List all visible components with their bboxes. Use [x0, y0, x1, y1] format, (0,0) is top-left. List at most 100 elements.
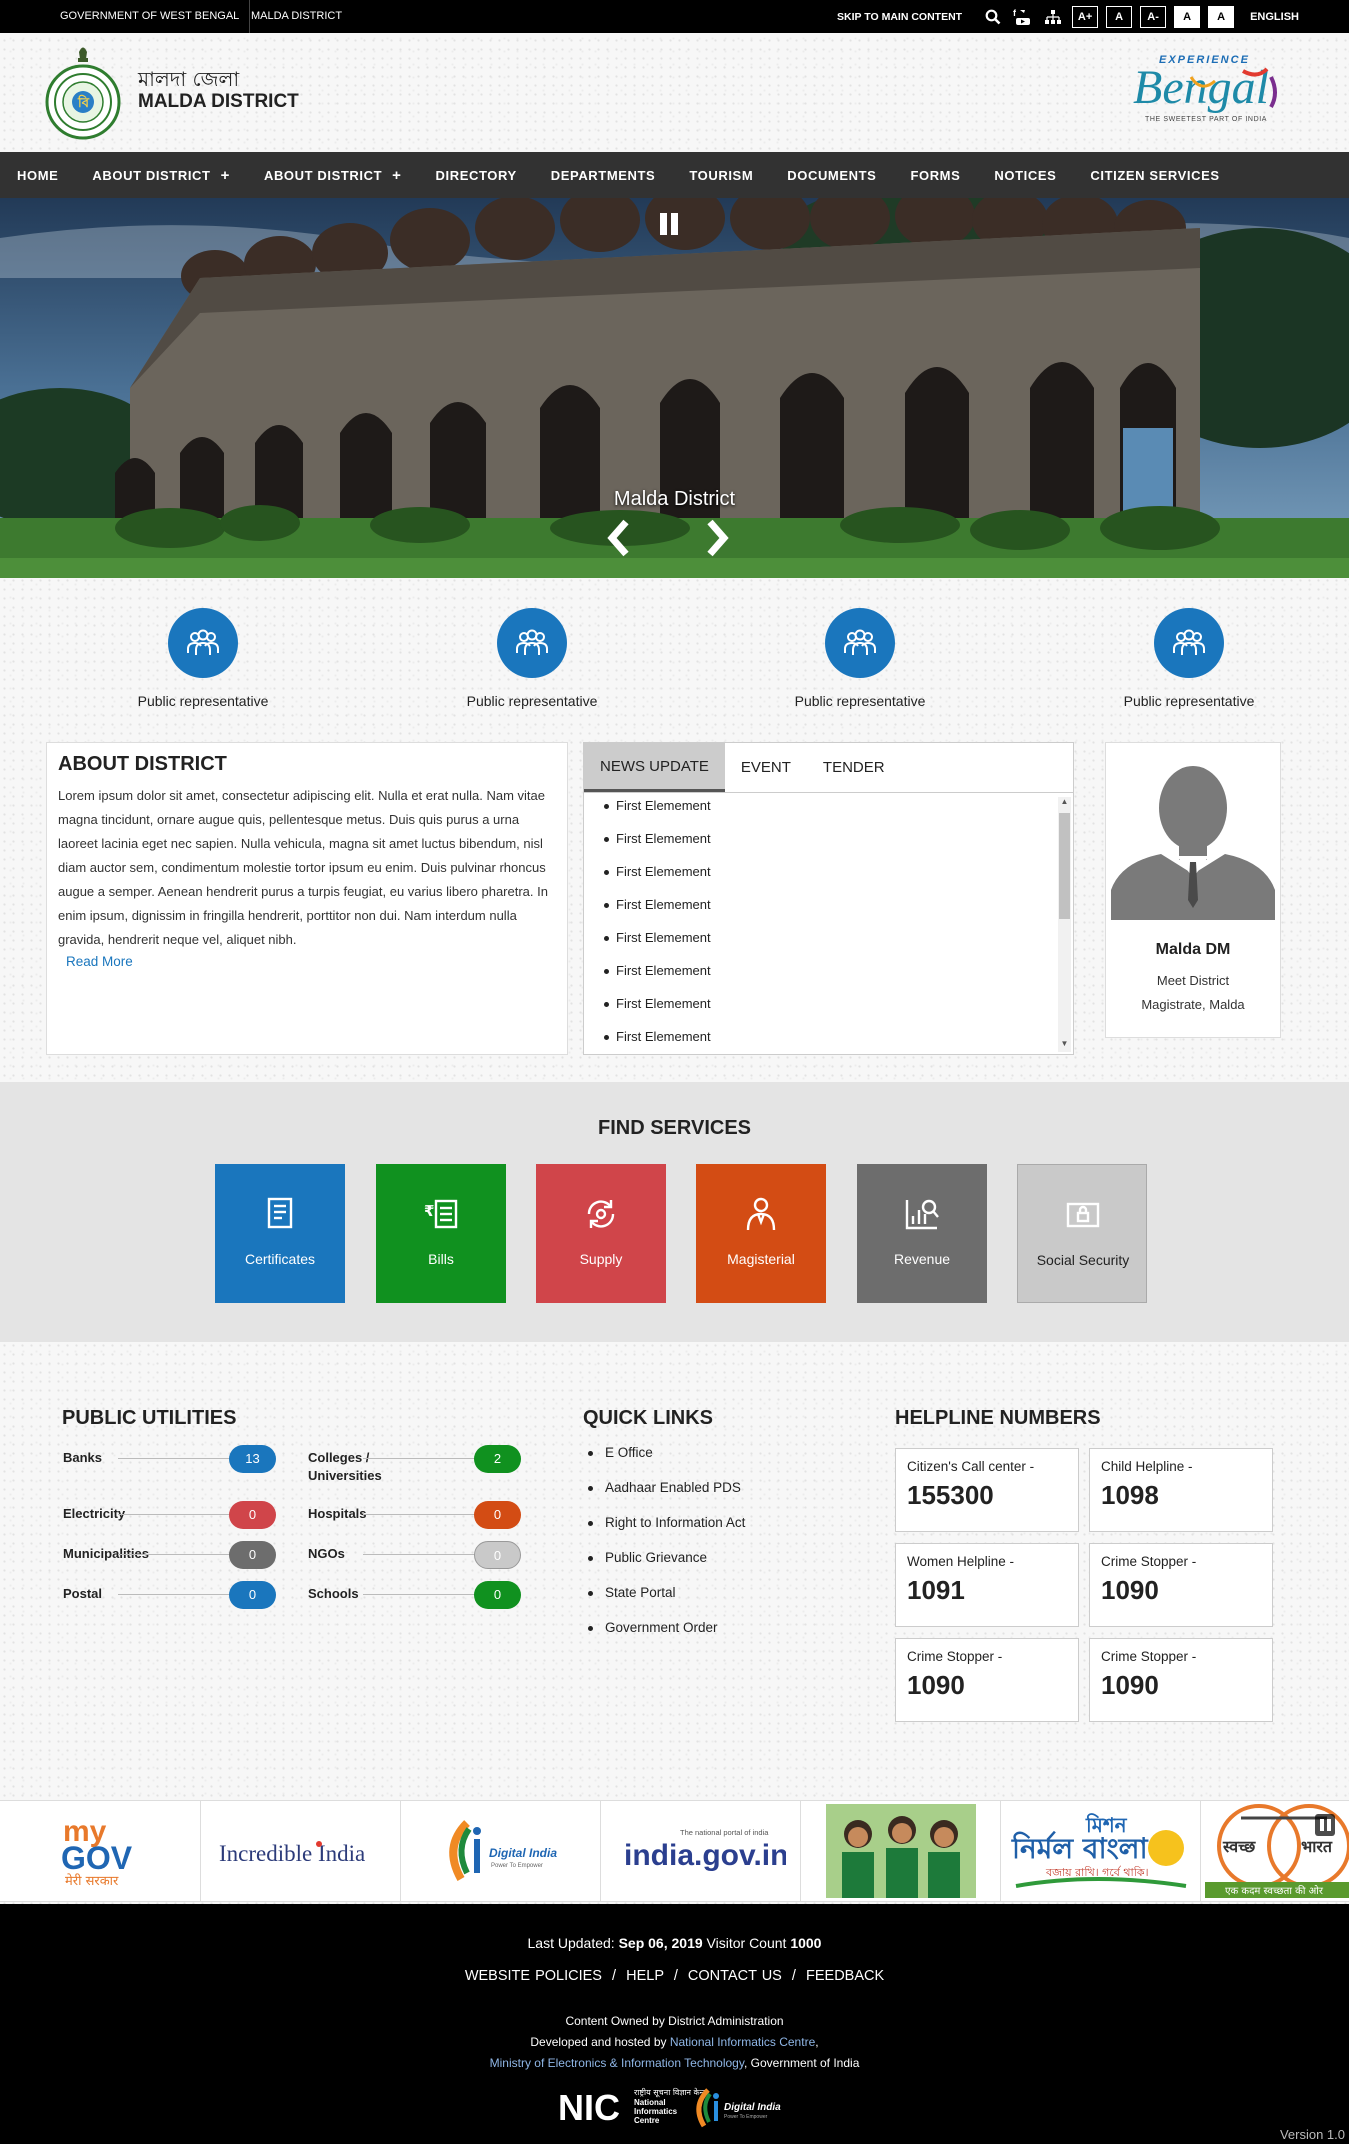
nav-item-directory[interactable]: DIRECTORY — [436, 168, 517, 183]
service-revenue[interactable]: Revenue — [857, 1164, 987, 1303]
footer-link-feedback[interactable]: FEEDBACK — [806, 1968, 884, 1984]
nav-item-label: HOME — [17, 167, 59, 183]
kanyashree-image[interactable] — [801, 1801, 1001, 1901]
tab-event[interactable]: EVENT — [725, 743, 807, 792]
nav-item-departments[interactable]: DEPARTMENTS — [551, 168, 656, 183]
helpline-card[interactable]: Women Helpline - 1091 — [895, 1543, 1079, 1627]
representative-card[interactable]: Public representative — [1089, 608, 1289, 709]
nirmal-bangla-logo[interactable]: মিশন নির্মল বাংলা বজায় রাখি। গর্বে থাকি… — [1001, 1801, 1201, 1901]
india-gov-logo[interactable]: The national portal of india india.gov.i… — [601, 1801, 801, 1901]
helpline-card[interactable]: Citizen's Call center - 155300 — [895, 1448, 1079, 1532]
dm-card[interactable]: Malda DM Meet District Magistrate, Malda — [1105, 742, 1281, 1038]
news-item[interactable]: First Elemement — [584, 795, 1054, 828]
footer-owned: Content Owned by District Administration — [565, 2014, 784, 2028]
service-certificates[interactable]: Certificates — [215, 1164, 345, 1303]
utility-count-badge: 0 — [474, 1541, 521, 1569]
representative-card[interactable]: Public representative — [760, 608, 960, 709]
utility-row[interactable]: Banks 13 — [63, 1445, 276, 1473]
malda-district-link[interactable]: MALDA DISTRICT — [241, 0, 352, 33]
utility-row[interactable]: Colleges / Universities 2 — [308, 1445, 521, 1483]
language-select[interactable]: ENGLISH — [1250, 11, 1299, 23]
visitor-count-label: Visitor Count — [706, 1935, 787, 1951]
utility-row[interactable]: Municipalities 0 — [63, 1541, 276, 1569]
news-item[interactable]: First Elemement — [584, 993, 1054, 1026]
footer-link-help[interactable]: HELP — [626, 1968, 664, 1984]
meity-link[interactable]: Ministry of Electronics & Information Te… — [490, 2056, 744, 2070]
utility-row[interactable]: Schools 0 — [308, 1581, 521, 1609]
swachh-bharat-logo[interactable]: स्वच्छ भारत एक कदम स्वच्छता की ओर — [1201, 1801, 1349, 1901]
tab-tender[interactable]: TENDER — [807, 743, 901, 792]
font-increase-button[interactable]: A+ — [1072, 5, 1099, 28]
service-social-security[interactable]: Social Security — [1017, 1164, 1147, 1303]
digital-india-footer-logo[interactable]: Digital India Power To Empower — [696, 2088, 781, 2128]
nic-link[interactable]: National Informatics Centre — [670, 2035, 815, 2049]
utility-row[interactable]: Electricity 0 — [63, 1501, 276, 1529]
quick-link[interactable]: Aadhaar Enabled PDS — [583, 1480, 745, 1515]
news-item[interactable]: First Elemement — [584, 927, 1054, 960]
scroll-down-icon[interactable]: ▼ — [1058, 1039, 1071, 1052]
nav-item-notices[interactable]: NOTICES — [994, 168, 1056, 183]
digital-india-logo[interactable]: Digital India Power To Empower — [401, 1801, 601, 1901]
font-normal-button[interactable]: A — [1106, 5, 1133, 28]
nav-item-about-district[interactable]: ABOUT DISTRICT + — [92, 167, 230, 184]
footer-link-contact-us[interactable]: CONTACT US — [688, 1968, 782, 1984]
utility-row[interactable]: Hospitals 0 — [308, 1501, 521, 1529]
helpline-card[interactable]: Child Helpline - 1098 — [1089, 1448, 1273, 1532]
helpline-card[interactable]: Crime Stopper - 1090 — [1089, 1543, 1273, 1627]
service-label: Bills — [428, 1251, 454, 1267]
helpline-card[interactable]: Crime Stopper - 1090 — [1089, 1638, 1273, 1722]
experience-bengal-logo[interactable]: EXPERIENCE Bengal THE SWEETEST PART OF I… — [1131, 47, 1311, 133]
news-scrollbar[interactable]: ▲ ▼ — [1058, 797, 1071, 1052]
svg-text:₹: ₹ — [424, 1202, 434, 1220]
nav-item-citizen-services[interactable]: CITIZEN SERVICES — [1090, 168, 1219, 183]
gov-west-bengal-link[interactable]: GOVERNMENT OF WEST BENGAL — [50, 0, 251, 33]
representative-card[interactable]: Public representative — [432, 608, 632, 709]
slider-prev-icon[interactable] — [602, 518, 636, 558]
nav-item-forms[interactable]: FORMS — [910, 168, 960, 183]
footer-link-website-policies[interactable]: WEBSITE POLICIES — [465, 1968, 602, 1984]
quick-link[interactable]: Right to Information Act — [583, 1515, 745, 1550]
font-decrease-button[interactable]: A- — [1140, 5, 1167, 28]
find-services-section: FIND SERVICES Certificates ₹ Bills Supply Ma… — [0, 1082, 1349, 1342]
normal-contrast-button[interactable]: A — [1208, 5, 1235, 28]
mygov-logo[interactable]: my GOV मेरी सरकार — [0, 1801, 201, 1901]
helpline-number: 155300 — [907, 1480, 994, 1510]
search-icon[interactable] — [982, 6, 1004, 28]
sitemap-icon[interactable] — [1042, 6, 1064, 28]
scroll-thumb[interactable] — [1059, 813, 1070, 919]
quick-link[interactable]: E Office — [583, 1445, 745, 1480]
high-contrast-button[interactable]: A — [1174, 5, 1201, 28]
nic-logo[interactable]: NIC — [558, 2087, 620, 2128]
west-bengal-emblem-icon[interactable]: বি — [45, 42, 121, 144]
scroll-up-icon[interactable]: ▲ — [1058, 797, 1071, 810]
quick-link[interactable]: Public Grievance — [583, 1550, 745, 1585]
skip-to-main-link[interactable]: SKIP TO MAIN CONTENT — [837, 11, 962, 23]
tab-news-update[interactable]: NEWS UPDATE — [584, 743, 725, 792]
slider-pause-icon[interactable] — [658, 212, 680, 236]
nav-item-tourism[interactable]: TOURISM — [689, 168, 753, 183]
news-item[interactable]: First Elemement — [584, 960, 1054, 993]
plus-icon[interactable]: + — [221, 167, 230, 184]
representative-card[interactable]: Public representative — [103, 608, 303, 709]
helpline-card[interactable]: Crime Stopper - 1090 — [895, 1638, 1079, 1722]
incredible-india-logo[interactable]: Incredible India — [201, 1801, 401, 1901]
news-item[interactable]: First Elemement — [584, 828, 1054, 861]
plus-icon[interactable]: + — [392, 167, 401, 184]
news-item[interactable]: First Elemement — [584, 894, 1054, 927]
nav-item-about-district[interactable]: ABOUT DISTRICT + — [264, 167, 402, 184]
nav-item-documents[interactable]: DOCUMENTS — [787, 168, 876, 183]
slider-next-icon[interactable] — [700, 518, 734, 558]
svg-text:Digital India: Digital India — [489, 1846, 557, 1860]
nav-item-home[interactable]: HOME — [17, 168, 58, 183]
social-media-icon[interactable]: f — [1012, 6, 1034, 28]
read-more-link[interactable]: Read More — [66, 954, 133, 969]
service-magisterial[interactable]: Magisterial — [696, 1164, 826, 1303]
service-bills[interactable]: ₹ Bills — [376, 1164, 506, 1303]
news-item[interactable]: First Elemement — [584, 861, 1054, 894]
utility-row[interactable]: NGOs 0 — [308, 1541, 521, 1569]
service-supply[interactable]: Supply — [536, 1164, 666, 1303]
quick-link[interactable]: Government Order — [583, 1620, 745, 1655]
utility-row[interactable]: Postal 0 — [63, 1581, 276, 1609]
news-item[interactable]: First Elemement — [584, 1026, 1054, 1053]
quick-link[interactable]: State Portal — [583, 1585, 745, 1620]
